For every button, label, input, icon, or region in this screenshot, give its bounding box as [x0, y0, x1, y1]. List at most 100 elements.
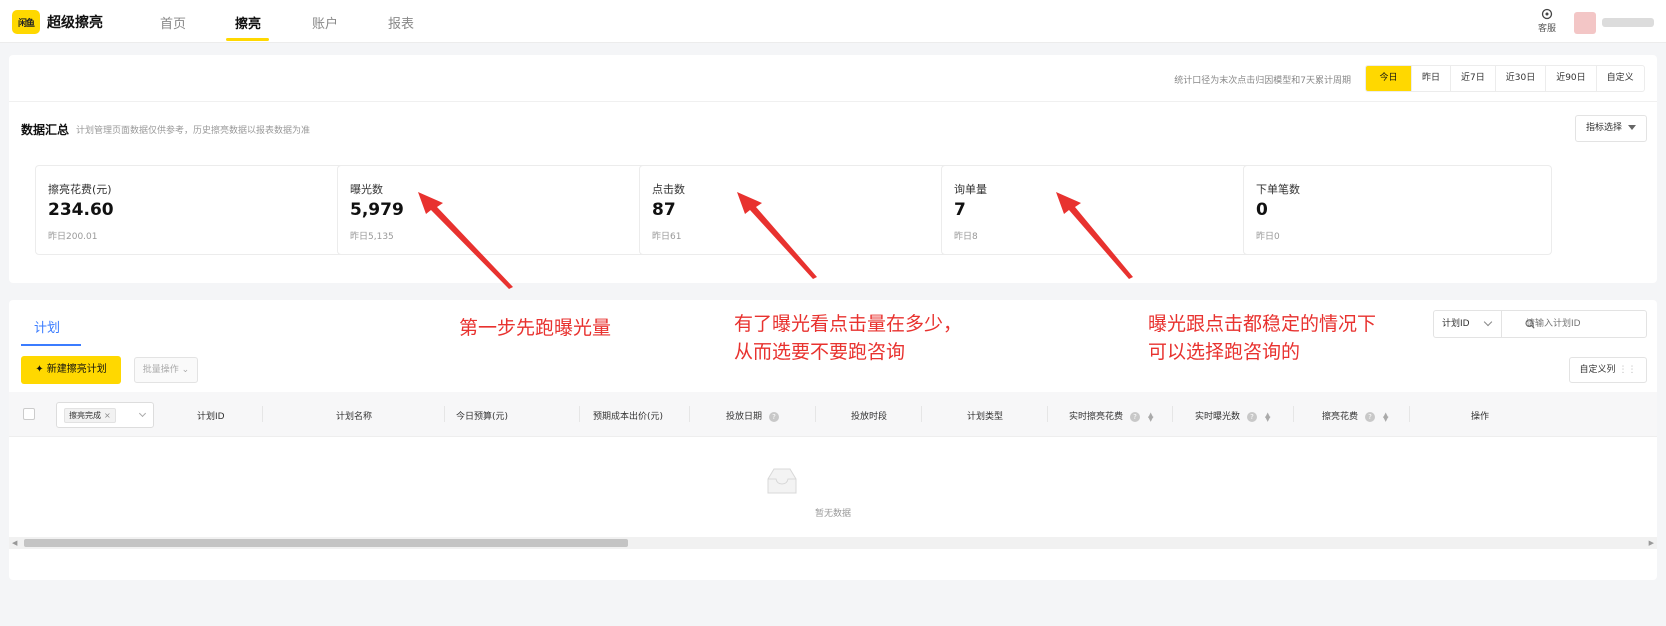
metric-card-orders[interactable]: 下单笔数 0 昨日0: [1243, 165, 1552, 255]
new-polish-plan-button[interactable]: ✦ 新建擦亮计划: [21, 356, 121, 384]
nav-polish[interactable]: 擦亮: [235, 13, 261, 32]
col-separator: [579, 406, 580, 422]
date-tab-custom[interactable]: 自定义: [1597, 66, 1644, 91]
metric-value: 87: [652, 200, 676, 220]
divider: [9, 101, 1657, 102]
app-logo[interactable]: 闲鱼 超级擦亮: [12, 10, 103, 34]
col-separator: [444, 406, 445, 422]
custom-columns-label: 自定义列: [1579, 365, 1616, 375]
nav-active-indicator: [226, 38, 269, 41]
metric-value: 7: [954, 200, 966, 220]
col-label: 擦亮花费: [1322, 412, 1359, 422]
col-expected-cost-bid: 预期成本出价(元): [593, 412, 664, 422]
metric-label: 擦亮花费(元): [48, 183, 112, 196]
horizontal-scrollbar[interactable]: ◀ ▶: [9, 537, 1657, 549]
col-separator: [1172, 406, 1173, 422]
scroll-right-icon[interactable]: ▶: [1649, 539, 1654, 547]
col-actions: 操作: [1471, 412, 1490, 422]
avatar[interactable]: [1574, 12, 1596, 34]
metric-label: 询单量: [954, 183, 987, 196]
nav-reports[interactable]: 报表: [388, 13, 414, 32]
col-plan-id: 计划ID: [197, 412, 225, 422]
nav-account[interactable]: 账户: [312, 13, 338, 32]
annotation-step2-line1: 有了曝光看点击量在多少，: [734, 313, 963, 335]
scroll-left-icon[interactable]: ◀: [12, 539, 17, 547]
col-separator: [815, 406, 816, 422]
search-type-label: 计划ID: [1442, 319, 1470, 329]
col-separator: [262, 406, 263, 422]
data-summary-card: 统计口径为末次点击归因模型和7天累计周期 今日 昨日 近7日 近30日 近90日…: [9, 55, 1657, 283]
date-tab-30d[interactable]: 近30日: [1496, 66, 1547, 91]
batch-action-button[interactable]: 批量操作 ⌄: [134, 357, 198, 383]
col-today-budget: 今日预算(元): [456, 412, 509, 422]
metric-yesterday: 昨日0: [1256, 232, 1280, 242]
col-realtime-impressions[interactable]: 实时曝光数? ▲ ▼: [1195, 409, 1270, 422]
metric-value: 234.60: [48, 200, 114, 220]
metric-yesterday: 昨日61: [652, 232, 682, 242]
col-realtime-spend[interactable]: 实时擦亮花费? ▲ ▼: [1069, 409, 1153, 422]
search-type-select[interactable]: 计划ID: [1434, 311, 1502, 337]
app-name: 超级擦亮: [47, 15, 103, 31]
search-icon: [1525, 319, 1535, 329]
col-separator: [1409, 406, 1410, 422]
support-label: 客服: [1537, 24, 1556, 34]
sort-icon[interactable]: ▲ ▼: [1383, 411, 1388, 422]
metric-yesterday: 昨日8: [954, 232, 978, 242]
plan-search-group: 计划ID: [1433, 310, 1647, 338]
col-separator: [1293, 406, 1294, 422]
metric-card-spend[interactable]: 擦亮花费(元) 234.60 昨日200.01: [35, 165, 344, 255]
metric-label: 点击数: [652, 183, 685, 196]
help-icon[interactable]: ?: [1130, 411, 1141, 422]
col-plan-name: 计划名称: [336, 412, 373, 422]
nav-home[interactable]: 首页: [160, 13, 186, 32]
empty-box-icon: [767, 468, 797, 494]
metric-select-label: 指标选择: [1585, 123, 1622, 133]
metric-label: 下单笔数: [1256, 183, 1300, 196]
help-icon[interactable]: ?: [1365, 411, 1376, 422]
date-tab-7d[interactable]: 近7日: [1451, 66, 1496, 91]
support-button[interactable]: 客服: [1534, 8, 1560, 34]
top-nav: 闲鱼 超级擦亮 首页 擦亮 账户 报表 客服: [0, 0, 1666, 43]
plan-id-search-input[interactable]: [1502, 311, 1646, 337]
col-label: 投放日期: [726, 412, 763, 422]
sort-icon[interactable]: ▲ ▼: [1148, 411, 1153, 422]
chevron-down-icon: [138, 409, 147, 418]
date-range-tabs: 今日 昨日 近7日 近30日 近90日 自定义: [1365, 65, 1645, 92]
metric-label: 曝光数: [350, 183, 383, 196]
stat-caliber-note: 统计口径为末次点击归因模型和7天累计周期: [1174, 76, 1351, 86]
annotation-step2-line2: 从而选要不要跑咨询: [734, 341, 906, 363]
headset-icon: [1541, 8, 1553, 20]
date-tab-yesterday[interactable]: 昨日: [1412, 66, 1452, 91]
chevron-down-icon: [1483, 317, 1493, 327]
col-separator: [1047, 406, 1048, 422]
col-polish-spend[interactable]: 擦亮花费? ▲ ▼: [1322, 409, 1388, 422]
empty-text: 暂无数据: [814, 509, 851, 519]
annotation-step3-line2: 可以选择跑咨询的: [1148, 341, 1301, 363]
username-blurred[interactable]: [1602, 18, 1654, 27]
summary-title: 数据汇总: [21, 123, 70, 137]
scrollbar-thumb[interactable]: [24, 539, 628, 547]
metric-yesterday: 昨日200.01: [48, 232, 98, 242]
custom-columns-button[interactable]: 自定义列 ⋮⋮: [1569, 357, 1647, 383]
metric-select-dropdown[interactable]: 指标选择: [1574, 115, 1647, 142]
select-all-checkbox[interactable]: [23, 408, 35, 420]
help-icon[interactable]: ?: [769, 411, 780, 422]
annotation-step3: 曝光跟点击都稳定的情况下 可以选择跑咨询的: [1148, 310, 1376, 366]
status-filter-select[interactable]: 擦亮完成 ×: [56, 402, 154, 428]
metric-card-impressions[interactable]: 曝光数 5,979 昨日5,135: [337, 165, 646, 255]
metric-card-clicks[interactable]: 点击数 87 昨日61: [639, 165, 948, 255]
help-icon[interactable]: ?: [1247, 411, 1258, 422]
grid-icon: ⋮⋮: [1618, 365, 1637, 375]
close-icon[interactable]: ×: [104, 411, 111, 420]
date-tab-today[interactable]: 今日: [1366, 66, 1412, 91]
metric-value: 0: [1256, 200, 1268, 220]
summary-note: 计划管理页面数据仅供参考，历史擦亮数据以报表数据为准: [76, 126, 311, 136]
metric-card-inquiries[interactable]: 询单量 7 昨日8: [941, 165, 1250, 255]
date-tab-90d[interactable]: 近90日: [1546, 66, 1597, 91]
tab-plans[interactable]: 计划: [34, 317, 60, 336]
sort-icon[interactable]: ▲ ▼: [1265, 411, 1270, 422]
status-tag-label: 擦亮完成: [69, 411, 101, 420]
status-tag: 擦亮完成 ×: [64, 408, 116, 423]
col-separator: [689, 406, 690, 422]
annotation-step2: 有了曝光看点击量在多少， 从而选要不要跑咨询: [734, 310, 962, 366]
